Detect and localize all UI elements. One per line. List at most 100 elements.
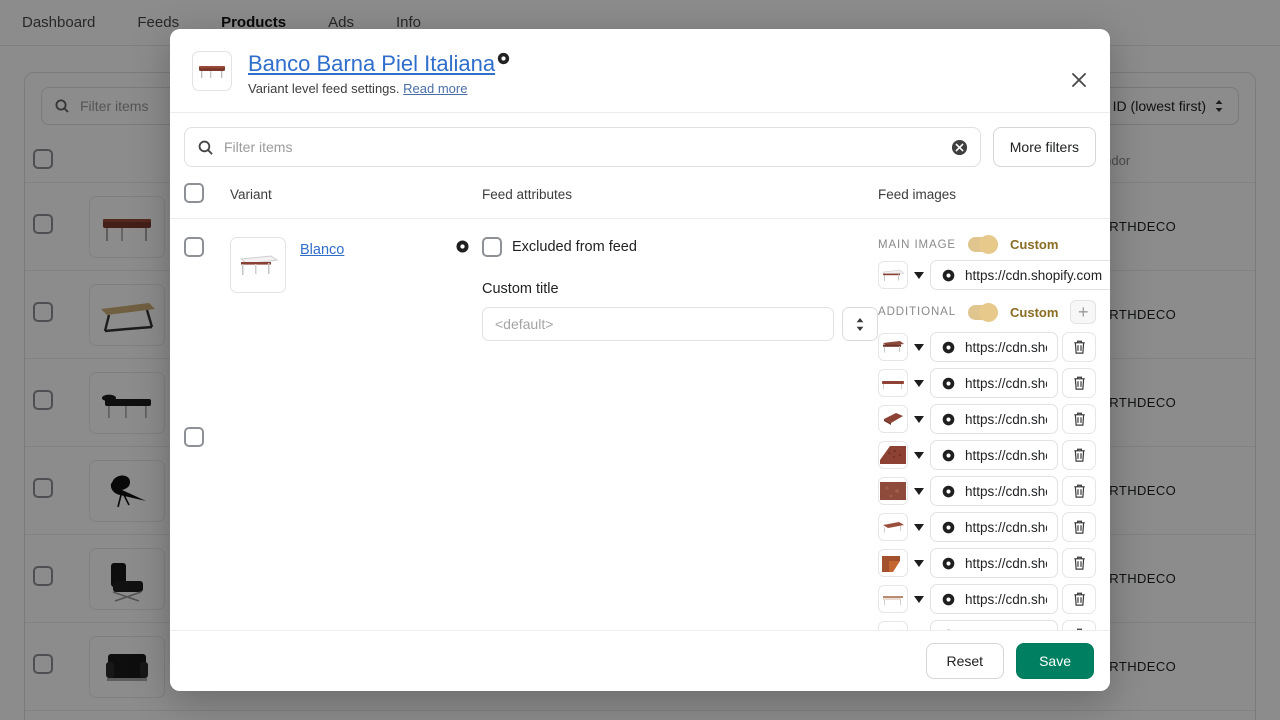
excluded-from-feed-checkbox[interactable] <box>482 237 502 258</box>
additional-image-url-field[interactable]: https://cdn.shopi <box>930 440 1058 471</box>
eye-icon[interactable] <box>497 52 510 65</box>
additional-image-url: https://cdn.shopi <box>965 628 1047 630</box>
eye-icon[interactable] <box>941 376 956 391</box>
additional-image-thumbnail[interactable] <box>878 333 908 362</box>
additional-images-custom-toggle[interactable] <box>968 302 999 322</box>
additional-image-thumbnail[interactable] <box>878 477 908 506</box>
trash-icon[interactable] <box>1062 440 1096 471</box>
eye-icon[interactable] <box>941 448 956 463</box>
chevron-down-icon[interactable] <box>912 415 926 423</box>
additional-image-thumbnail[interactable] <box>878 369 908 398</box>
trash-icon[interactable] <box>1062 548 1096 579</box>
main-image-url-field[interactable]: https://cdn.shopify.com <box>930 260 1110 291</box>
additional-images-section-header: ADDITIONAL Custom + <box>878 300 1096 325</box>
variant-row-checkbox[interactable] <box>184 237 204 258</box>
save-button[interactable]: Save <box>1016 643 1094 679</box>
column-header-feed-attributes: Feed attributes <box>482 187 573 203</box>
read-more-link[interactable]: Read more <box>403 81 467 96</box>
additional-image-row: https://cdn.shopi <box>878 440 1096 471</box>
eye-icon[interactable] <box>941 556 956 571</box>
secondary-row-checkbox[interactable] <box>184 427 204 448</box>
chevron-down-icon[interactable] <box>912 523 926 531</box>
additional-image-thumbnail[interactable] <box>878 549 908 578</box>
additional-images-toggle-state: Custom <box>1010 304 1059 320</box>
additional-image-url-field[interactable]: https://cdn.shopi <box>930 476 1058 507</box>
additional-image-url: https://cdn.shopi <box>965 555 1047 571</box>
eye-icon[interactable] <box>941 628 956 630</box>
main-image-section-header: MAIN IMAGE Custom <box>878 235 1096 255</box>
eye-icon[interactable] <box>941 484 956 499</box>
additional-images-label: ADDITIONAL <box>878 306 957 319</box>
eye-icon[interactable] <box>941 412 956 427</box>
additional-image-thumbnail[interactable] <box>878 585 908 614</box>
trash-icon[interactable] <box>1062 512 1096 543</box>
additional-image-thumbnail[interactable] <box>878 621 908 630</box>
additional-image-url-field[interactable]: https://cdn.shopi <box>930 548 1058 579</box>
additional-image-thumbnail[interactable] <box>878 405 908 434</box>
additional-image-thumbnail[interactable] <box>878 513 908 542</box>
trash-icon[interactable] <box>1062 332 1096 363</box>
eye-icon[interactable] <box>941 592 956 607</box>
chevron-down-icon[interactable] <box>912 559 926 567</box>
custom-title-input[interactable]: <default> <box>482 307 834 342</box>
product-thumbnail <box>192 51 232 91</box>
reset-button[interactable]: Reset <box>925 643 1005 679</box>
clear-circle-icon[interactable] <box>951 139 968 156</box>
custom-title-label: Custom title <box>482 281 559 298</box>
variant-name-link[interactable]: Blanco <box>300 242 344 258</box>
modal-title-block: Banco Barna Piel Italiana Variant level … <box>248 51 510 96</box>
trash-icon[interactable] <box>1062 368 1096 399</box>
eye-icon[interactable] <box>941 268 956 283</box>
main-image-thumbnail[interactable] <box>878 261 908 290</box>
eye-icon[interactable] <box>941 340 956 355</box>
additional-image-url: https://cdn.shopi <box>965 411 1047 427</box>
chevron-down-icon[interactable] <box>912 451 926 459</box>
select-all-checkbox[interactable] <box>184 183 204 204</box>
additional-image-url: https://cdn.shopi <box>965 591 1047 607</box>
trash-icon[interactable] <box>1062 476 1096 507</box>
excluded-from-feed-row[interactable]: Excluded from feed <box>482 237 878 258</box>
custom-title-placeholder: <default> <box>495 316 554 333</box>
column-header-feed-images: Feed images <box>878 187 957 203</box>
additional-image-row: https://cdn.shopi <box>878 404 1096 435</box>
search-input[interactable]: Filter items <box>184 127 981 168</box>
chevron-down-icon[interactable] <box>912 343 926 351</box>
additional-image-url-field[interactable]: https://cdn.shopi <box>930 368 1058 399</box>
modal-filter-bar: Filter items More filters <box>170 113 1110 177</box>
excluded-from-feed-label: Excluded from feed <box>512 239 637 256</box>
more-filters-button[interactable]: More filters <box>992 127 1096 168</box>
additional-image-url-field[interactable]: https://cdn.shopi <box>930 584 1058 615</box>
additional-image-url-field[interactable]: https://cdn.shopi <box>930 404 1058 435</box>
chevron-down-icon[interactable] <box>912 595 926 603</box>
plus-icon[interactable]: + <box>1070 300 1096 325</box>
close-icon[interactable] <box>1066 67 1092 93</box>
eye-icon[interactable] <box>941 520 956 535</box>
subtitle-text: Variant level feed settings. <box>248 81 400 97</box>
trash-icon[interactable] <box>1062 404 1096 435</box>
select-all-cell <box>184 183 230 206</box>
page-title[interactable]: Banco Barna Piel Italiana <box>248 51 495 76</box>
chevron-down-icon[interactable] <box>912 487 926 495</box>
additional-image-url-field[interactable]: https://cdn.shopi <box>930 620 1058 630</box>
main-image-url: https://cdn.shopify.com <box>965 267 1103 283</box>
stepper-updown-icon[interactable] <box>842 307 878 342</box>
additional-image-url: https://cdn.shopi <box>965 483 1047 499</box>
additional-image-url-field[interactable]: https://cdn.shopi <box>930 512 1058 543</box>
additional-image-thumbnail[interactable] <box>878 441 908 470</box>
additional-image-url-field[interactable]: https://cdn.shopi <box>930 332 1058 363</box>
eye-icon[interactable] <box>455 237 470 630</box>
main-image-custom-toggle[interactable] <box>968 235 999 255</box>
main-image-toggle-state: Custom <box>1010 237 1059 253</box>
modal-footer: Reset Save <box>170 630 1110 691</box>
additional-image-row: https://cdn.shopi <box>878 476 1096 507</box>
modal-body: Blanco Excluded from feed Custom title <… <box>170 219 1110 630</box>
chevron-down-icon[interactable] <box>912 271 926 279</box>
trash-icon[interactable] <box>1062 584 1096 615</box>
chevron-down-icon[interactable] <box>912 379 926 387</box>
modal-header: Banco Barna Piel Italiana Variant level … <box>170 29 1110 114</box>
variant-feed-settings-modal: Banco Barna Piel Italiana Variant level … <box>170 29 1110 691</box>
modal-column-headers: Variant Feed attributes Feed images <box>170 177 1110 220</box>
feed-attributes-column: Excluded from feed Custom title <default… <box>482 237 878 630</box>
additional-image-url: https://cdn.shopi <box>965 375 1047 391</box>
trash-icon[interactable] <box>1062 620 1096 630</box>
